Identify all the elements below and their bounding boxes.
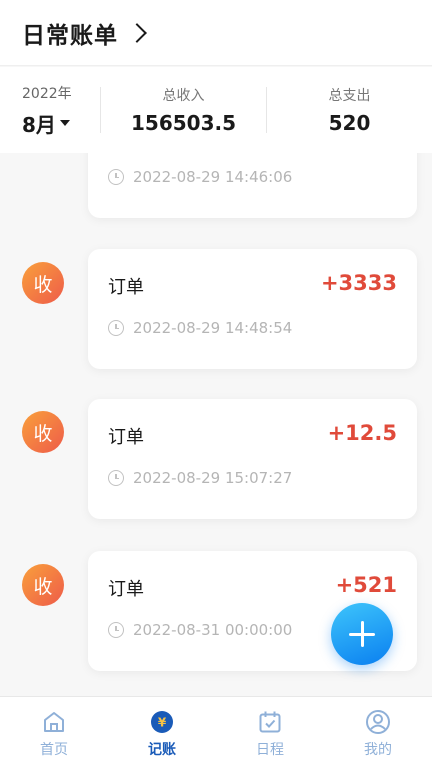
- bottom-tab-bar: 首页 ¥ 记账 日程 我的: [0, 696, 432, 768]
- tab-bookkeeping[interactable]: ¥ 记账: [108, 697, 216, 768]
- record-time: 2022-08-29 15:07:27: [108, 469, 292, 487]
- header: 日常账单: [0, 0, 432, 66]
- chevron-right-icon[interactable]: [127, 22, 147, 43]
- home-icon: [44, 712, 64, 732]
- record-name: 订单: [108, 277, 144, 298]
- clock-icon: [108, 470, 124, 486]
- income-summary: 总收入 156503.5: [101, 85, 266, 135]
- tab-bookkeeping-label: 记账: [148, 742, 176, 758]
- tab-schedule[interactable]: 日程: [216, 697, 324, 768]
- caret-down-icon: [59, 120, 70, 126]
- income-label: 总收入: [162, 88, 205, 104]
- expense-label: 总支出: [328, 88, 371, 104]
- tab-profile-label: 我的: [364, 742, 392, 758]
- record-time: 2022-08-31 00:00:00: [108, 621, 292, 639]
- record-amount: +521: [335, 573, 397, 597]
- income-badge: 收: [22, 262, 64, 304]
- tab-profile[interactable]: 我的: [324, 697, 432, 768]
- income-value: 156503.5: [130, 111, 236, 135]
- record-amount: +3333: [320, 271, 397, 295]
- summary-bar: 2022年 8月 总收入 156503.5 总支出 520: [0, 67, 432, 153]
- record-time-text: 2022-08-29 14:48:54: [133, 319, 293, 337]
- user-icon: [366, 710, 390, 734]
- calendar-check-icon: [259, 711, 281, 733]
- record-time-text: 2022-08-29 15:07:27: [133, 469, 293, 487]
- record-name: 订单: [108, 427, 144, 448]
- year-label: 2022年: [22, 85, 72, 102]
- add-record-button[interactable]: [331, 603, 393, 665]
- record-time: 2022-08-29 14:46:06: [108, 168, 292, 186]
- record-card[interactable]: 2022-08-29 14:46:06: [88, 153, 417, 218]
- record-card[interactable]: 订单 +3333 2022-08-29 14:48:54: [88, 249, 417, 369]
- tab-home[interactable]: 首页: [0, 697, 108, 768]
- svg-text:¥: ¥: [158, 716, 167, 730]
- record-card[interactable]: 订单 +12.5 2022-08-29 15:07:27: [88, 399, 417, 519]
- tab-schedule-label: 日程: [256, 742, 284, 758]
- record-amount: +12.5: [327, 421, 397, 445]
- month-label[interactable]: 8月: [22, 109, 100, 138]
- app: 日常账单 2022年 8月 总收入 156503.5 总支出 520 2022-…: [0, 0, 432, 768]
- record-time-text: 2022-08-29 14:46:06: [133, 168, 293, 186]
- record-time-text: 2022-08-31 00:00:00: [133, 621, 293, 639]
- expense-summary: 总支出 520: [267, 85, 432, 135]
- month-value: 8月: [22, 112, 56, 137]
- record-time: 2022-08-29 14:48:54: [108, 319, 292, 337]
- income-badge: 收: [22, 564, 64, 606]
- clock-icon: [108, 320, 124, 336]
- month-selector[interactable]: 2022年 8月: [0, 83, 100, 138]
- clock-icon: [108, 622, 124, 638]
- yuan-icon: ¥: [151, 711, 173, 733]
- clock-icon: [108, 169, 124, 185]
- plus-icon-stroke: [360, 621, 364, 647]
- income-badge: 收: [22, 411, 64, 453]
- record-name: 订单: [108, 579, 144, 600]
- tab-home-label: 首页: [40, 742, 68, 758]
- expense-value: 520: [328, 111, 371, 135]
- page-title[interactable]: 日常账单: [22, 16, 118, 50]
